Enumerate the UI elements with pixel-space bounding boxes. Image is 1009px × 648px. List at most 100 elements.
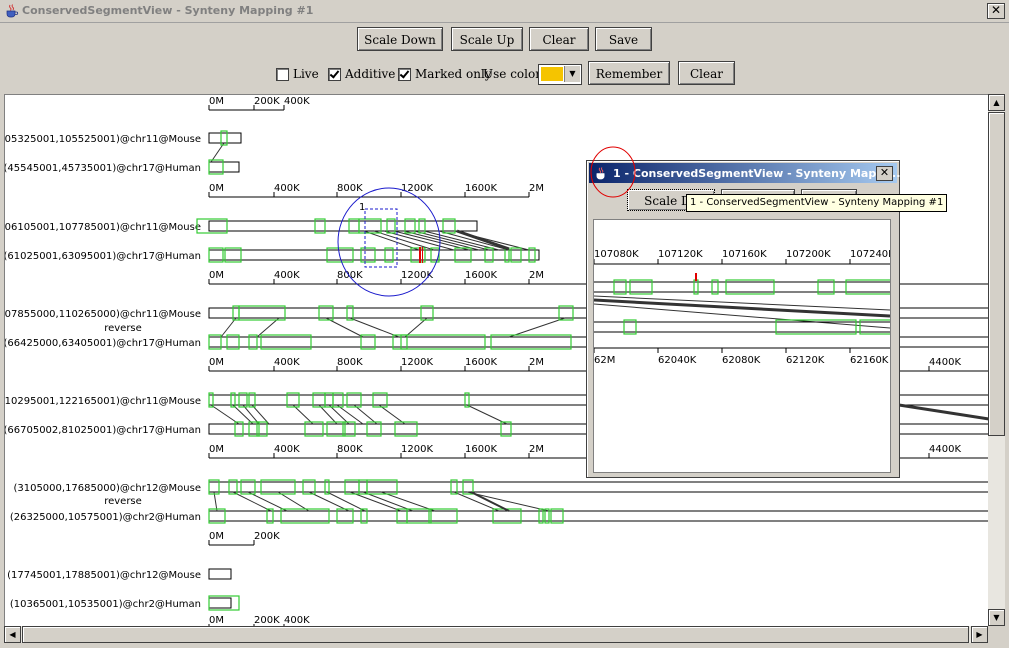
scale-tick-label: 4400K bbox=[929, 357, 961, 368]
row-middle-label: reverse bbox=[104, 496, 142, 507]
scale-tick-label: 62040K bbox=[658, 355, 697, 366]
title-bar: ConservedSegmentView - Synteny Mapping #… bbox=[0, 0, 1009, 23]
scale-tick-label: 0M bbox=[209, 615, 224, 626]
additive-label: Additive bbox=[345, 67, 396, 81]
human-track bbox=[208, 161, 240, 173]
remember-button[interactable]: Remember bbox=[588, 61, 670, 85]
synteny-link bbox=[308, 491, 350, 512]
scale-tick-label: 2M bbox=[529, 444, 544, 455]
row-bottom-label: (45545001,45735001)@chr17@Human bbox=[5, 163, 201, 174]
selection-number-label: 1 bbox=[359, 202, 365, 213]
marked-only-checkbox[interactable]: Marked only bbox=[398, 67, 492, 81]
synteny-link bbox=[232, 404, 254, 425]
use-color-label: Use color: bbox=[483, 67, 545, 81]
synteny-link bbox=[213, 491, 218, 512]
scale-tick-label: 400K bbox=[274, 357, 300, 368]
vertical-scroll-thumb[interactable] bbox=[988, 112, 1005, 436]
scale-tick-label: 107160K bbox=[722, 249, 767, 260]
scale-tick-label: 107080K bbox=[594, 249, 639, 260]
scale-up-button[interactable]: Scale Up bbox=[451, 27, 523, 51]
window-title: ConservedSegmentView - Synteny Mapping #… bbox=[22, 4, 314, 17]
main-window: ConservedSegmentView - Synteny Mapping #… bbox=[0, 0, 1009, 648]
vertical-scrollbar[interactable]: ▲ ▼ bbox=[988, 94, 1005, 626]
scale-tick-label: 2M bbox=[529, 183, 544, 194]
scale-tick-label: 400K bbox=[284, 96, 310, 107]
synteny-link bbox=[251, 404, 270, 425]
mouse-track bbox=[208, 481, 989, 493]
synteny-link bbox=[353, 404, 378, 425]
marked-segment bbox=[695, 273, 697, 281]
scale-tick-label: 1600K bbox=[465, 444, 497, 455]
subwindow-title: 1 - ConservedSegmentView - Synteny Mappi… bbox=[613, 167, 901, 180]
scale-tick-label: 62160K bbox=[850, 355, 889, 366]
scale-tick-label: 0M bbox=[209, 531, 224, 542]
horizontal-scrollbar[interactable]: ◀ ▶ bbox=[4, 626, 988, 643]
scale-tick-label: 800K bbox=[337, 270, 363, 281]
additive-checkbox-box[interactable] bbox=[328, 67, 341, 81]
scale-tick-label: 0M bbox=[209, 270, 224, 281]
color-dropdown[interactable]: ▼ bbox=[538, 64, 582, 85]
scale-tick-label: 107200K bbox=[786, 249, 831, 260]
scale-tick-label: 200K bbox=[254, 615, 280, 626]
row-bottom-label: (26325000,10575001)@chr2@Human bbox=[10, 512, 201, 523]
scale-tick-label: 800K bbox=[337, 183, 363, 194]
synteny-link bbox=[328, 404, 350, 425]
scale-tick-label: 62120K bbox=[786, 355, 825, 366]
scale-tick-label: 400K bbox=[274, 444, 300, 455]
scale-tick-label: 0M bbox=[209, 183, 224, 194]
clear-color-button[interactable]: Clear bbox=[678, 61, 735, 85]
scale-tick-label: 400K bbox=[274, 183, 300, 194]
scale-tick-label: 1600K bbox=[465, 357, 497, 368]
subwindow-close-icon[interactable]: ✕ bbox=[876, 166, 893, 181]
scale-tick-label: 2M bbox=[529, 270, 544, 281]
scroll-down-arrow-icon[interactable]: ▼ bbox=[988, 609, 1005, 626]
synteny-link bbox=[247, 491, 288, 512]
synteny-link bbox=[466, 491, 550, 512]
human-track bbox=[208, 249, 540, 261]
horizontal-scroll-thumb[interactable] bbox=[22, 626, 969, 643]
row-bottom-label: (10365001,10535001)@chr2@Human bbox=[10, 599, 201, 610]
scroll-left-arrow-icon[interactable]: ◀ bbox=[4, 626, 21, 643]
scale-tick-label: 62080K bbox=[722, 355, 761, 366]
row-middle-label: reverse bbox=[104, 323, 142, 334]
selection-box bbox=[364, 208, 398, 268]
synteny-link bbox=[210, 404, 240, 425]
synteny-link bbox=[508, 317, 566, 338]
marked-only-checkbox-box[interactable] bbox=[398, 67, 411, 81]
subwindow-title-bar[interactable]: 1 - ConservedSegmentView - Synteny Mappi… bbox=[589, 163, 901, 183]
synteny-link bbox=[318, 404, 338, 425]
scale-tick-label: 0M bbox=[209, 96, 224, 107]
subwindow-canvas[interactable]: 107080K 107120K 107160K 107200K 107240K 62M 62… bbox=[593, 219, 891, 473]
scale-tick-label: 200K bbox=[254, 531, 280, 542]
synteny-link bbox=[242, 404, 260, 425]
color-swatch bbox=[541, 67, 563, 81]
synteny-link bbox=[210, 142, 225, 163]
row-top-label: (106105001,107785001)@chr11@Mouse bbox=[5, 222, 201, 233]
subwindow-drawing: 107080K 107120K 107160K 107200K 107240K 62M 62… bbox=[594, 249, 890, 366]
additive-checkbox[interactable]: Additive bbox=[328, 67, 395, 81]
scroll-up-arrow-icon[interactable]: ▲ bbox=[988, 94, 1005, 111]
close-button[interactable]: ✕ bbox=[987, 3, 1005, 19]
scale-tick-label: 1600K bbox=[465, 183, 497, 194]
synteny-link bbox=[363, 230, 420, 251]
scale-down-button[interactable]: Scale Down bbox=[357, 27, 443, 51]
java-cup-icon bbox=[6, 4, 19, 18]
scale-tick-label: 1200K bbox=[401, 444, 433, 455]
save-button[interactable]: Save bbox=[595, 27, 652, 51]
scale-tick-label: 200K bbox=[254, 96, 280, 107]
scale-tick-label: 1600K bbox=[465, 270, 497, 281]
live-checkbox-box[interactable] bbox=[276, 67, 289, 81]
live-checkbox[interactable]: Live bbox=[276, 67, 319, 81]
live-label: Live bbox=[293, 67, 319, 81]
clear-button[interactable]: Clear bbox=[529, 27, 589, 51]
scroll-corner bbox=[988, 626, 1005, 643]
synteny-link bbox=[326, 491, 366, 512]
synteny-link bbox=[404, 317, 428, 338]
row-bottom-label: (66705002,81025001)@chr17@Human bbox=[5, 425, 201, 436]
row-top-label: (107855000,110265000)@chr11@Mouse bbox=[5, 309, 201, 320]
scroll-right-arrow-icon[interactable]: ▶ bbox=[971, 626, 988, 643]
row-top-label: (110295001,122165001)@chr11@Mouse bbox=[5, 396, 201, 407]
chevron-down-icon[interactable]: ▼ bbox=[564, 66, 580, 82]
synteny-link bbox=[378, 404, 406, 425]
row-bottom-label: (61025001,63095001)@chr17@Human bbox=[5, 251, 201, 262]
